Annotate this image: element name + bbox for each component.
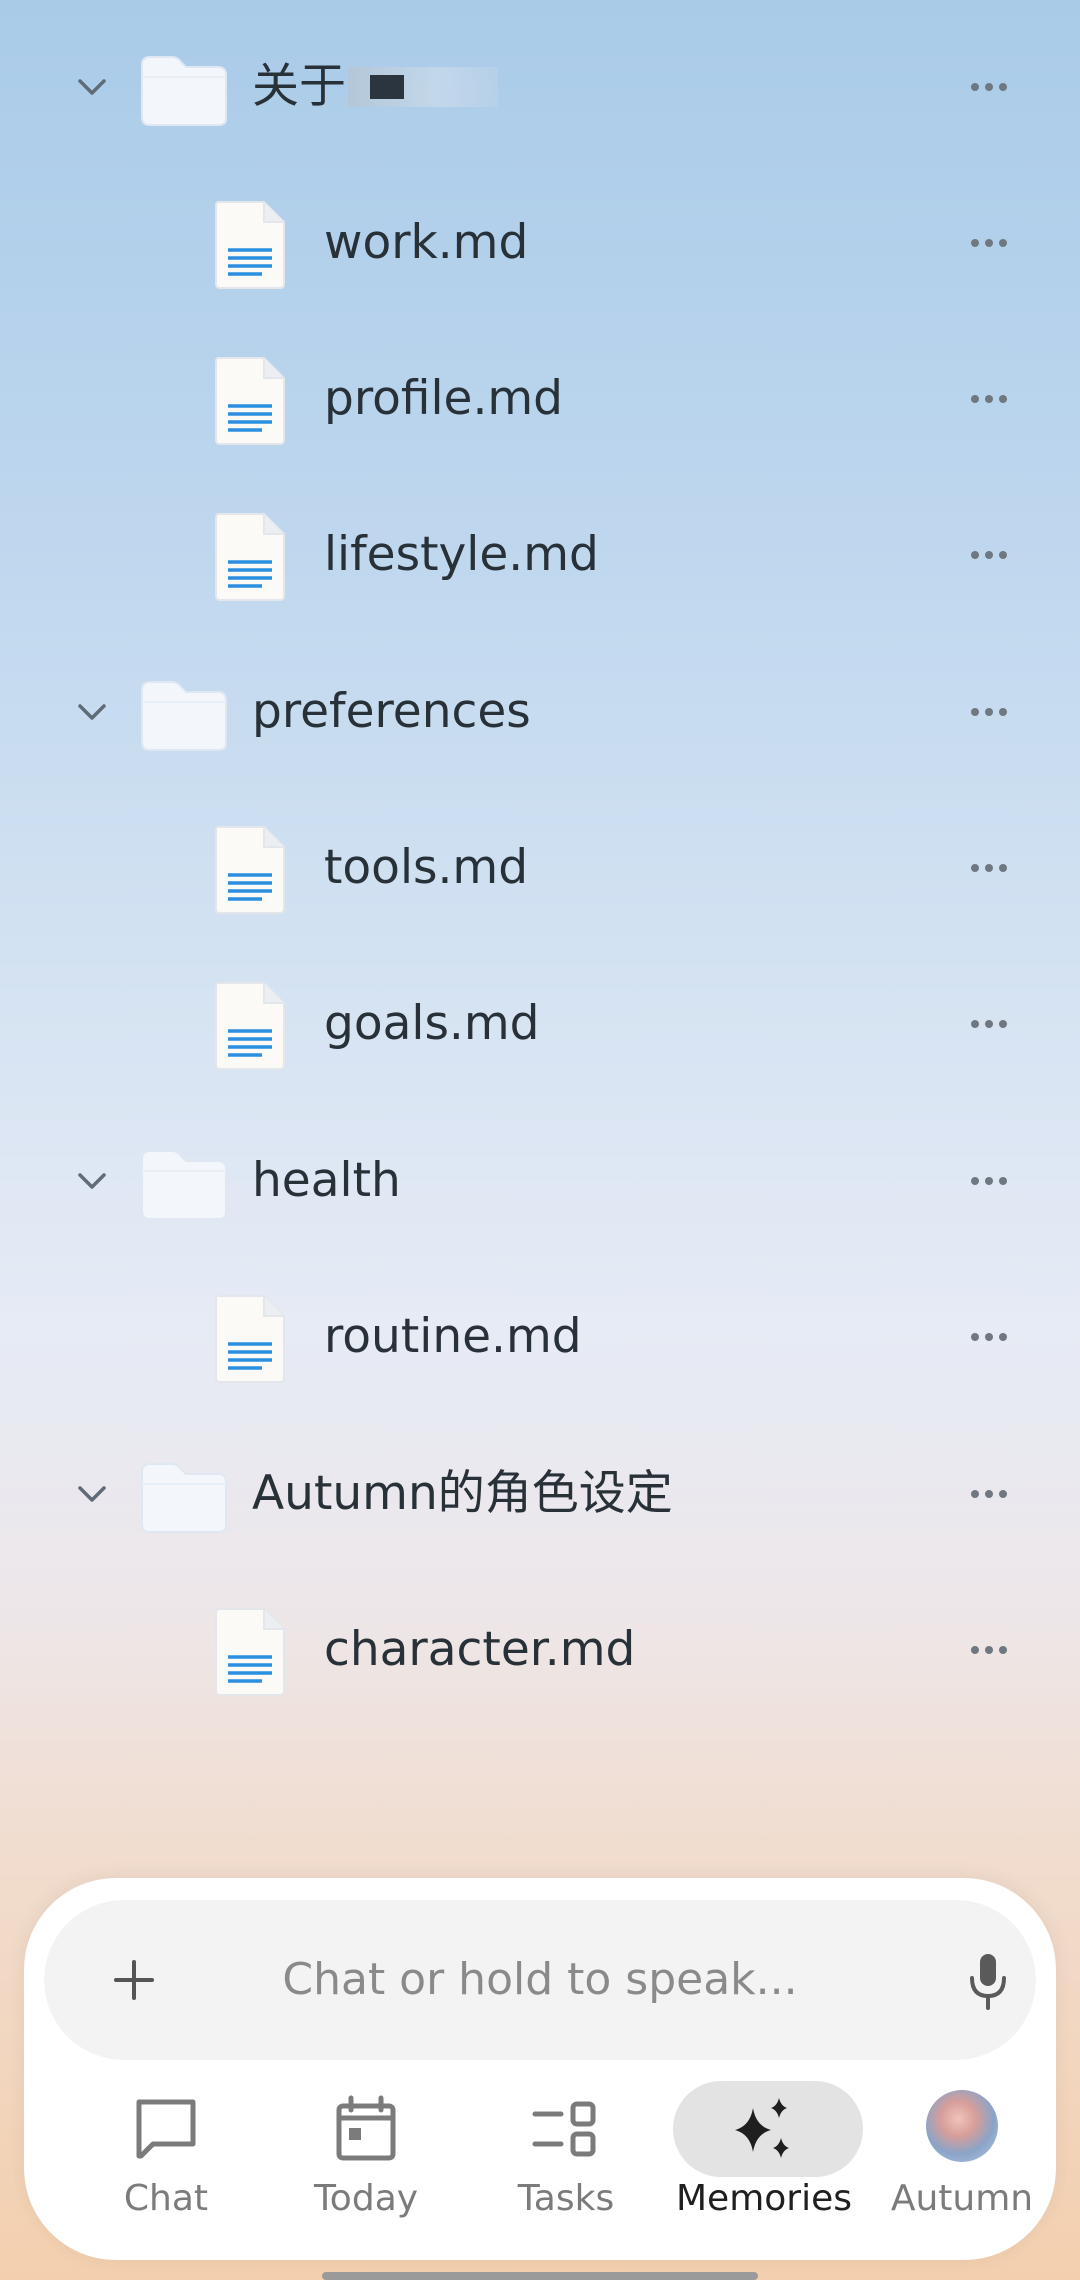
tasks-icon xyxy=(532,2101,596,2157)
document-icon xyxy=(215,513,285,601)
nav-tasks[interactable]: Tasks xyxy=(466,2068,666,2248)
file-name: character.md xyxy=(324,1622,636,1677)
sparkle-icon xyxy=(735,2098,789,2158)
more-options-icon[interactable] xyxy=(964,535,1014,575)
folder-name: Autumn的角色设定 xyxy=(252,1466,673,1521)
file-row[interactable]: routine.md xyxy=(0,1267,1080,1407)
more-options-icon[interactable] xyxy=(964,1317,1014,1357)
folder-name: 关于 xyxy=(252,59,346,114)
microphone-icon[interactable] xyxy=(966,1952,1010,2010)
folder-row[interactable]: preferences xyxy=(0,642,1080,782)
nav-autumn[interactable]: Autumn xyxy=(862,2068,1062,2248)
chat-input-bar[interactable]: Chat or hold to speak... xyxy=(44,1900,1036,2060)
folder-icon xyxy=(141,1150,227,1220)
bottom-navigation: Chat Today Tasks Memories Autumn xyxy=(24,2068,1056,2248)
more-options-icon[interactable] xyxy=(964,692,1014,732)
file-name: profile.md xyxy=(324,371,564,426)
more-options-icon[interactable] xyxy=(964,848,1014,888)
nav-label: Autumn xyxy=(890,2178,1034,2219)
document-icon xyxy=(215,1608,285,1696)
folder-row[interactable]: 关于 xyxy=(0,17,1080,157)
chevron-down-icon[interactable] xyxy=(72,67,112,107)
more-options-icon[interactable] xyxy=(964,223,1014,263)
folder-name: preferences xyxy=(252,684,531,739)
bottom-panel: Chat or hold to speak... Chat Today Task… xyxy=(24,1878,1056,2260)
file-row[interactable]: character.md xyxy=(0,1580,1080,1720)
folder-icon xyxy=(141,1463,227,1533)
nav-label: Memories xyxy=(675,2178,852,2219)
folder-icon xyxy=(141,681,227,751)
chat-input-placeholder[interactable]: Chat or hold to speak... xyxy=(44,1900,1036,2060)
document-icon xyxy=(215,1295,285,1383)
file-row[interactable]: goals.md xyxy=(0,954,1080,1094)
more-options-icon[interactable] xyxy=(964,67,1014,107)
home-indicator xyxy=(322,2272,758,2280)
nav-today[interactable]: Today xyxy=(266,2068,466,2248)
document-icon xyxy=(215,826,285,914)
more-options-icon[interactable] xyxy=(964,1474,1014,1514)
chevron-down-icon[interactable] xyxy=(72,692,112,732)
avatar xyxy=(926,2090,998,2162)
file-row[interactable]: lifestyle.md xyxy=(0,485,1080,625)
chevron-down-icon[interactable] xyxy=(72,1161,112,1201)
nav-label: Tasks xyxy=(517,2178,615,2219)
more-options-icon[interactable] xyxy=(964,1004,1014,1044)
file-row[interactable]: profile.md xyxy=(0,329,1080,469)
nav-memories[interactable]: Memories xyxy=(664,2068,864,2248)
file-row[interactable]: tools.md xyxy=(0,798,1080,938)
more-options-icon[interactable] xyxy=(964,1630,1014,1670)
file-name: lifestyle.md xyxy=(324,527,599,582)
document-icon xyxy=(215,201,285,289)
folder-row[interactable]: health xyxy=(0,1111,1080,1251)
folder-icon xyxy=(141,56,227,126)
file-row[interactable]: work.md xyxy=(0,173,1080,313)
nav-label: Chat xyxy=(123,2178,209,2219)
redacted-text xyxy=(348,67,498,107)
file-name: tools.md xyxy=(324,840,529,895)
file-name: goals.md xyxy=(324,996,540,1051)
calendar-icon xyxy=(336,2095,396,2161)
nav-label: Today xyxy=(313,2178,419,2219)
chat-bubble-icon xyxy=(136,2099,196,2159)
folder-row[interactable]: Autumn的角色设定 xyxy=(0,1424,1080,1564)
folder-name: health xyxy=(252,1153,401,1208)
more-options-icon[interactable] xyxy=(964,379,1014,419)
document-icon xyxy=(215,982,285,1070)
file-name: routine.md xyxy=(324,1309,582,1364)
more-options-icon[interactable] xyxy=(964,1161,1014,1201)
chevron-down-icon[interactable] xyxy=(72,1474,112,1514)
nav-chat[interactable]: Chat xyxy=(66,2068,266,2248)
file-name: work.md xyxy=(324,215,529,270)
document-icon xyxy=(215,357,285,445)
